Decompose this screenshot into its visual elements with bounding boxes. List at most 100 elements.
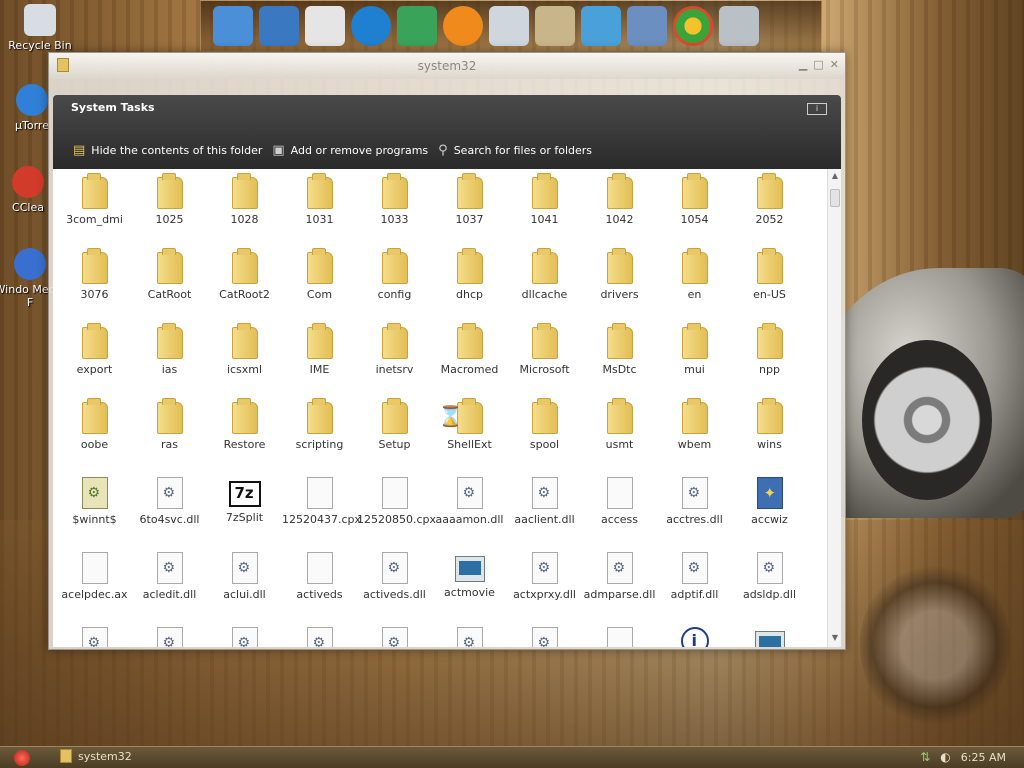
network-icon[interactable] — [259, 6, 299, 46]
folder-item[interactable]: dhcp — [432, 248, 507, 325]
internet-explorer-icon[interactable] — [351, 6, 391, 46]
folder-item[interactable]: CatRoot — [132, 248, 207, 325]
network-tray-icon[interactable]: ⇅ — [920, 750, 930, 764]
documents-icon[interactable] — [305, 6, 345, 46]
folder-item[interactable]: export — [57, 323, 132, 400]
folder-item[interactable]: 1054 — [657, 173, 732, 250]
vertical-scrollbar[interactable]: ▲ ▼ — [827, 169, 841, 647]
folder-item[interactable]: 1042 — [582, 173, 657, 250]
file-item[interactable]: 12520850.cpx — [357, 475, 436, 550]
folder-item[interactable]: Com — [282, 248, 357, 325]
windows-logo-icon[interactable] — [673, 6, 713, 46]
file-item[interactable]: actmovie — [432, 550, 507, 625]
file-item[interactable]: acctres.dll — [657, 475, 732, 550]
folder-item[interactable]: 1041 — [507, 173, 582, 250]
media-player-icon[interactable] — [443, 6, 483, 46]
folder-item[interactable]: IME — [282, 323, 357, 400]
notepad-icon[interactable] — [581, 6, 621, 46]
folder-item[interactable]: icsxml — [207, 323, 282, 400]
maximize-button[interactable]: □ — [813, 58, 823, 71]
file-item[interactable] — [582, 625, 657, 647]
folder-item[interactable]: spool — [507, 398, 582, 475]
folder-item[interactable]: Restore — [207, 398, 282, 475]
file-item[interactable]: adptif.dll — [657, 550, 732, 625]
folder-item[interactable]: dllcache — [507, 248, 582, 325]
folder-item[interactable]: ras — [132, 398, 207, 475]
file-item[interactable] — [132, 625, 207, 647]
folder-item[interactable]: 3076 — [57, 248, 132, 325]
paint-icon[interactable] — [535, 6, 575, 46]
folder-item[interactable]: Microsoft — [507, 323, 582, 400]
folder-item[interactable]: mui — [657, 323, 732, 400]
file-item[interactable] — [432, 625, 507, 647]
folder-item[interactable]: Macromed — [432, 323, 507, 400]
folder-item[interactable]: usmt — [582, 398, 657, 475]
folder-item[interactable]: npp — [732, 323, 807, 400]
folder-item[interactable]: 1031 — [282, 173, 357, 250]
folder-item[interactable]: en — [657, 248, 732, 325]
file-item[interactable]: 12520437.cpx — [282, 475, 361, 550]
file-item[interactable] — [657, 625, 732, 647]
folder-item[interactable]: oobe — [57, 398, 132, 475]
control-panel-icon[interactable] — [627, 6, 667, 46]
folder-item[interactable]: en-US — [732, 248, 807, 325]
file-item[interactable]: 7zSplit — [207, 475, 282, 550]
file-item[interactable]: activeds.dll — [357, 550, 432, 625]
file-item[interactable]: admparse.dll — [582, 550, 657, 625]
scroll-up-icon[interactable]: ▲ — [828, 171, 842, 183]
folder-item[interactable]: 2052 — [732, 173, 807, 250]
folder-item[interactable]: inetsrv — [357, 323, 432, 400]
window-titlebar[interactable]: system32 ▁ □ ✕ — [49, 53, 845, 79]
info-button[interactable]: i — [807, 103, 827, 115]
folder-item[interactable]: Setup — [357, 398, 432, 475]
scroll-thumb[interactable] — [830, 189, 840, 207]
recycle-bin-icon[interactable] — [719, 6, 759, 46]
file-item[interactable] — [357, 625, 432, 647]
folder-item[interactable]: CatRoot2 — [207, 248, 282, 325]
file-item[interactable]: acelpdec.ax — [57, 550, 132, 625]
file-item[interactable] — [732, 625, 807, 647]
folder-item[interactable]: 1028 — [207, 173, 282, 250]
search-files-link[interactable]: ⚲ Search for files or folders — [438, 143, 592, 158]
folder-item[interactable]: scripting — [282, 398, 357, 475]
file-item[interactable]: actxprxy.dll — [507, 550, 582, 625]
folder-icon — [306, 398, 333, 434]
file-item[interactable]: acledit.dll — [132, 550, 207, 625]
scroll-down-icon[interactable]: ▼ — [828, 633, 842, 645]
folder-item[interactable]: wins — [732, 398, 807, 475]
file-item[interactable]: 6to4svc.dll — [132, 475, 207, 550]
folder-item[interactable]: 1037 — [432, 173, 507, 250]
file-item[interactable]: adsldp.dll — [732, 550, 807, 625]
volume-tray-icon[interactable]: ◐ — [940, 750, 950, 764]
folder-item[interactable]: ias — [132, 323, 207, 400]
add-remove-programs-link[interactable]: ▣ Add or remove programs — [272, 143, 428, 158]
file-item[interactable]: activeds — [282, 550, 357, 625]
file-item[interactable]: $winnt$ — [57, 475, 132, 550]
file-item[interactable] — [207, 625, 282, 647]
folder-item[interactable]: drivers — [582, 248, 657, 325]
photo-icon[interactable] — [397, 6, 437, 46]
folder-item[interactable]: 1033 — [357, 173, 432, 250]
folder-item[interactable]: config — [357, 248, 432, 325]
close-button[interactable]: ✕ — [830, 58, 839, 71]
calculator-icon[interactable] — [489, 6, 529, 46]
minimize-button[interactable]: ▁ — [799, 58, 807, 71]
file-item[interactable] — [507, 625, 582, 647]
file-item[interactable]: accwiz — [732, 475, 807, 550]
file-item[interactable]: aaclient.dll — [507, 475, 582, 550]
file-item[interactable] — [282, 625, 357, 647]
folder-item[interactable]: 3com_dmi — [57, 173, 132, 250]
hide-folder-contents-link[interactable]: ▤ Hide the contents of this folder — [73, 143, 262, 158]
taskbar-item-system32[interactable]: system32 — [60, 749, 132, 763]
folder-item[interactable]: 1025 — [132, 173, 207, 250]
folder-item[interactable]: MsDtc — [582, 323, 657, 400]
file-item[interactable]: access — [582, 475, 657, 550]
desktop-icon-recycle-bin[interactable]: Recycle Bin — [0, 4, 80, 52]
start-button[interactable] — [14, 750, 30, 766]
clock[interactable]: 6:25 AM — [961, 751, 1006, 764]
file-item[interactable]: aclui.dll — [207, 550, 282, 625]
folder-item[interactable]: wbem — [657, 398, 732, 475]
computer-icon[interactable] — [213, 6, 253, 46]
file-item[interactable] — [57, 625, 132, 647]
file-item[interactable]: aaaamon.dll — [432, 475, 507, 550]
